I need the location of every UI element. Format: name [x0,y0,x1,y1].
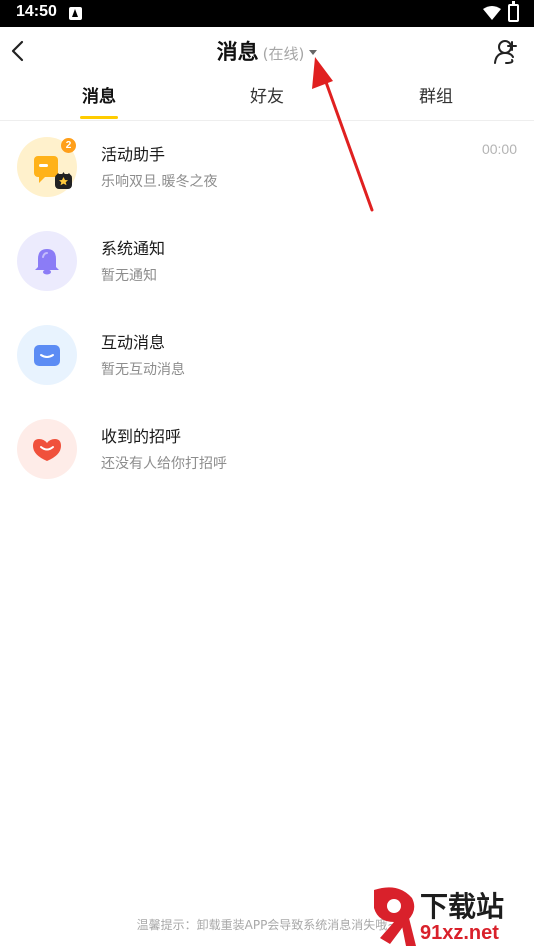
annotation-arrow [312,57,374,212]
tab-groups[interactable]: 群组 [376,77,496,121]
watermark-logo-icon [374,887,416,946]
list-item-time: 00:00 [481,141,517,157]
add-friend-icon[interactable] [492,38,520,66]
list-item-subtitle: 还没有人给你打招呼 [101,456,227,472]
page-title: 消息 [216,40,259,64]
interaction-messages-avatar [17,325,77,385]
list-item-greetings[interactable]: 收到的招呼 还没有人给你打招呼 [0,403,534,497]
message-icon [34,345,60,366]
unread-badge: 2 [61,138,76,153]
wifi-icon [483,6,501,20]
tab-messages[interactable]: 消息 [39,77,159,121]
tab-active-indicator [80,116,118,119]
header: 消息 (在线) [0,27,534,77]
list-item-title: 收到的招呼 [101,427,182,446]
list-item-subtitle: 暂无互动消息 [101,362,185,378]
greetings-avatar [17,419,77,479]
bell-icon [35,249,59,275]
list-item-interaction-messages[interactable]: 互动消息 暂无互动消息 [0,309,534,403]
list-item-title: 活动助手 [101,145,166,164]
status-time: 14:50 [16,3,57,20]
watermark: 下载站 91xz.net [368,886,534,950]
watermark-brand: 下载站 [420,890,505,923]
greeting-icon [33,439,61,461]
list-item-title: 系统通知 [101,239,166,258]
list-item-system-notice[interactable]: 系统通知 暂无通知 [0,215,534,309]
system-notice-avatar [17,231,77,291]
list-item-subtitle: 暂无通知 [101,268,157,284]
list-item-title: 互动消息 [101,333,166,352]
list-item-subtitle: 乐响双旦.暖冬之夜 [101,174,218,190]
title-area[interactable]: 消息 (在线) [0,27,534,77]
list-item-activity-assistant[interactable]: 2 活动助手 乐响双旦.暖冬之夜 00:00 [0,121,534,215]
online-status[interactable]: (在线) [263,45,305,63]
notification-icon [69,7,82,20]
status-bar: 14:50 [0,0,534,27]
watermark-domain: 91xz.net [420,922,499,944]
battery-icon [508,1,519,22]
tab-bar: 消息 好友 群组 [0,77,534,121]
